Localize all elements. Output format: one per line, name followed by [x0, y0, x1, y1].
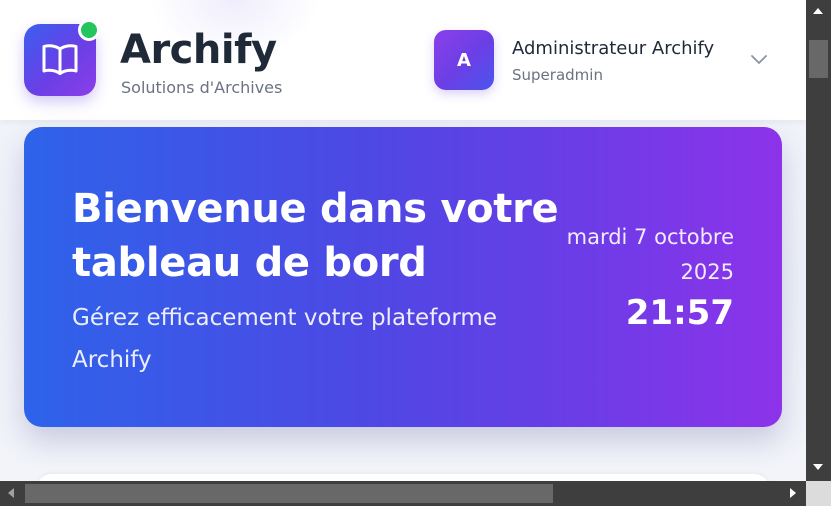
welcome-title: Bienvenue dans votre tableau de bord — [72, 186, 559, 286]
scroll-right-arrow-icon[interactable] — [790, 488, 796, 498]
vertical-scrollbar[interactable] — [806, 0, 831, 481]
horizontal-scroll-thumb[interactable] — [25, 484, 553, 503]
scroll-left-arrow-icon[interactable] — [8, 488, 14, 498]
brand-name: Archify — [120, 27, 277, 73]
next-section-card — [36, 474, 770, 481]
user-menu-button[interactable]: A Administrateur Archify Superadmin — [434, 30, 784, 90]
scroll-up-arrow-icon[interactable] — [813, 8, 823, 14]
welcome-banner: Bienvenue dans votre tableau de bord Gér… — [24, 127, 782, 427]
avatar: A — [434, 30, 494, 90]
vertical-scroll-thumb[interactable] — [809, 40, 828, 78]
current-date: mardi 7 octobre 2025 — [566, 225, 734, 284]
horizontal-scrollbar[interactable] — [0, 481, 806, 506]
open-book-icon — [42, 44, 78, 75]
top-header: Archify Solutions d'Archives A Administr… — [0, 0, 806, 120]
scroll-down-arrow-icon[interactable] — [813, 464, 823, 470]
scrollbar-corner — [806, 481, 831, 506]
brand-tagline: Solutions d'Archives — [121, 78, 283, 97]
user-role: Superadmin — [512, 66, 603, 84]
user-name: Administrateur Archify — [512, 38, 715, 59]
page-viewport: Archify Solutions d'Archives A Administr… — [0, 0, 806, 481]
welcome-subtitle: Gérez efficacement votre plateforme Arch… — [72, 305, 497, 373]
chevron-down-icon — [751, 55, 767, 64]
online-status-dot — [78, 19, 100, 41]
current-time: 21:57 — [625, 293, 734, 333]
